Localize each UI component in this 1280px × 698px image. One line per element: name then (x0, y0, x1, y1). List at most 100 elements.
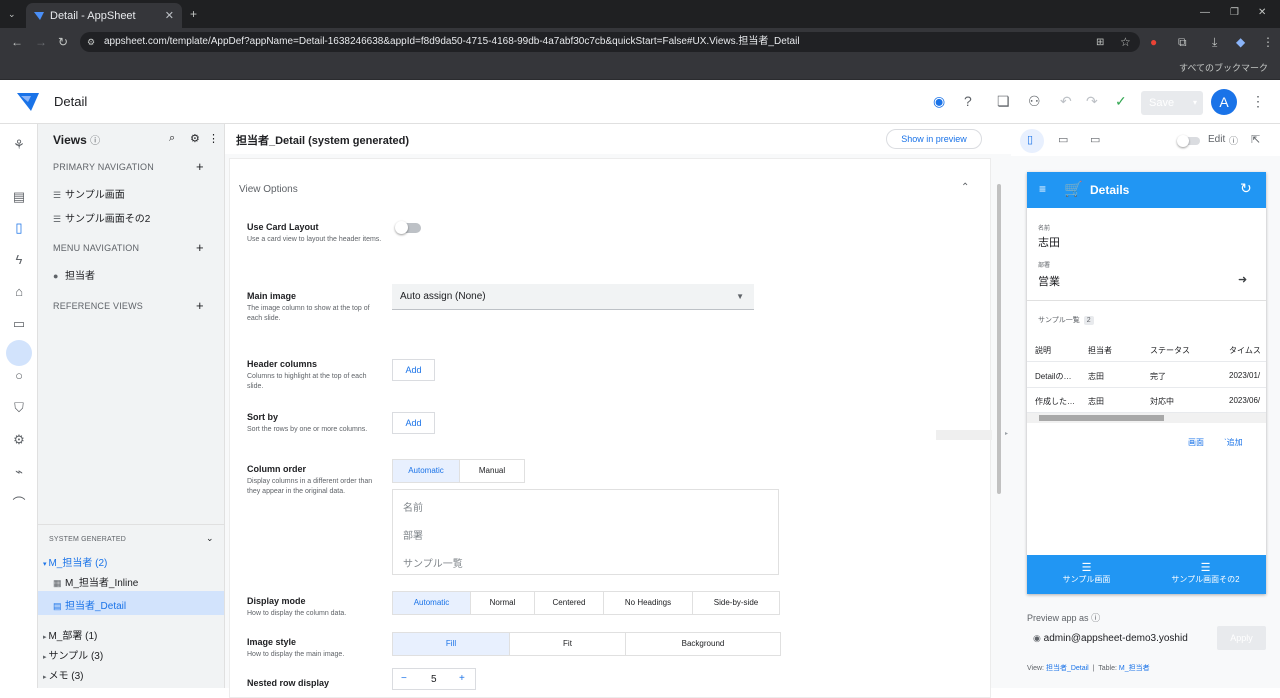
automation-bot-icon[interactable]: ⌂ (11, 285, 27, 299)
site-info-icon[interactable]: ⚙ (87, 35, 95, 49)
save-button[interactable]: Save ▾ (1141, 91, 1203, 115)
selected-view-row[interactable]: ▤ 担当者_Detail (38, 591, 224, 615)
apply-button[interactable]: Apply (1217, 626, 1266, 650)
table-row[interactable]: Detailの… 志田 完了 2023/01/ (1027, 363, 1266, 388)
sys-view-item-selected[interactable]: ▤ 担当者_Detail (53, 597, 126, 612)
add-header-column-button[interactable]: Add (392, 359, 435, 381)
settings-gear-icon[interactable]: ⚙ (11, 433, 27, 447)
sys-group[interactable]: ▸ サンプル (3) (43, 647, 103, 662)
security-shield-icon[interactable]: ⛉ (11, 401, 27, 415)
check-icon[interactable]: ✓ (1115, 93, 1127, 109)
more-options-icon[interactable]: ⋮ (1251, 93, 1265, 109)
sys-group-expanded[interactable]: ▾ M_担当者 (2) (43, 554, 107, 569)
bookmark-star-icon[interactable]: ☆ (1120, 35, 1131, 49)
tab-search-icon[interactable]: ⌄ (8, 7, 16, 21)
table-header[interactable]: ステータス (1150, 345, 1190, 356)
desktop-device-icon[interactable]: ▭ (1090, 133, 1100, 146)
show-in-preview-button[interactable]: Show in preview (886, 129, 982, 149)
table-row[interactable]: 作成した… 志田 対応中 2023/06/ (1027, 388, 1266, 413)
views-settings-gear-icon[interactable]: ⚙ (190, 132, 200, 145)
image-style-fill[interactable]: Fill (393, 633, 510, 655)
preview-as-info-icon[interactable]: ⓘ (1091, 613, 1100, 623)
collapse-chevron-icon[interactable]: ⌄ (206, 533, 214, 544)
phone-device-icon[interactable]: ▯ (1027, 133, 1033, 146)
display-mode-normal[interactable]: Normal (471, 592, 535, 614)
save-dropdown-icon[interactable]: ▾ (1193, 91, 1197, 115)
sys-view-item[interactable]: ▦ M_担当者_Inline (53, 574, 138, 589)
view-options-heading[interactable]: View Options (239, 184, 298, 195)
display-mode-centered[interactable]: Centered (535, 592, 604, 614)
display-mode-no-headings[interactable]: No Headings (604, 592, 693, 614)
automation-flow-icon[interactable]: ⚘ (11, 138, 27, 152)
scrollbar-thumb[interactable] (1039, 415, 1164, 421)
edit-toggle[interactable] (1177, 135, 1200, 147)
browser-menu-icon[interactable]: ⋮ (1262, 35, 1274, 49)
edit-info-icon[interactable]: ⓘ (1229, 134, 1238, 147)
monitor-chart-icon[interactable]: ⌁ (11, 465, 27, 479)
actions-bolt-icon[interactable]: ϟ (11, 253, 27, 267)
avatar[interactable]: A (1211, 89, 1237, 115)
main-image-select[interactable]: Auto assign (None) ▼ (392, 284, 754, 310)
add-sort-column-button[interactable]: Add (392, 412, 435, 434)
preview-eye-icon[interactable]: ◉ (933, 93, 945, 109)
expand-arrow-icon[interactable]: ▸ (1005, 430, 1008, 437)
close-window-icon[interactable]: ✕ (1258, 6, 1266, 20)
translate-icon[interactable]: ⊞ (1096, 36, 1104, 50)
sys-group[interactable]: ▸ メモ (3) (43, 667, 83, 682)
column-order-automatic[interactable]: Automatic (393, 460, 460, 482)
view-item[interactable]: ☰ サンプル画面その2 (53, 210, 150, 225)
undo-icon[interactable]: ↶ (1060, 93, 1072, 109)
navigate-arrow-icon[interactable]: ➜ (1238, 273, 1247, 286)
all-bookmarks[interactable]: すべてのブックマーク (1179, 61, 1268, 74)
view-item[interactable]: ● 担当者 (53, 267, 95, 282)
table-header[interactable]: 担当者 (1088, 345, 1112, 356)
footer-view-link[interactable]: 担当者_Detail (1046, 665, 1089, 672)
idea-bulb-icon[interactable]: ○ (11, 369, 27, 383)
view-item[interactable]: ☰ サンプル画面 (53, 186, 125, 201)
share-user-icon[interactable]: ⚇ (1028, 93, 1041, 109)
browser-tab[interactable]: Detail - AppSheet ✕ (26, 3, 182, 28)
help-icon[interactable]: ? (964, 93, 972, 109)
copy-app-icon[interactable]: ❏ (997, 93, 1010, 109)
preview-user-field[interactable]: ◉ admin@appsheet-demo3.yoshid (1027, 626, 1207, 650)
bottom-nav-item[interactable]: ☰ サンプル画面その2 (1146, 561, 1265, 585)
new-tab-icon[interactable]: + (190, 7, 197, 21)
refresh-icon[interactable]: ↻ (1240, 180, 1252, 197)
back-icon[interactable]: ← (11, 35, 23, 49)
decrement-button[interactable]: − (401, 673, 407, 684)
forward-icon[interactable]: → (35, 35, 47, 49)
close-tab-icon[interactable]: ✕ (165, 9, 174, 22)
redo-icon[interactable]: ↷ (1086, 93, 1098, 109)
search-icon[interactable]: ⌕ (169, 132, 175, 145)
bottom-nav-item[interactable]: ☰ サンプル画面 (1027, 561, 1146, 585)
column-order-manual[interactable]: Manual (460, 460, 524, 482)
display-mode-side-by-side[interactable]: Side-by-side (693, 592, 779, 614)
add-menu-view-icon[interactable]: + (196, 240, 204, 255)
increment-button[interactable]: + (459, 673, 465, 684)
table-header[interactable]: タイムス (1229, 345, 1266, 356)
nested-row-value[interactable]: 5 (431, 674, 437, 685)
data-table-icon[interactable]: ▤ (11, 190, 27, 204)
add-primary-view-icon[interactable]: + (196, 159, 204, 174)
views-phone-icon[interactable]: ▯ (11, 221, 27, 235)
sys-group[interactable]: ▸ M_部署 (1) (43, 627, 97, 642)
display-mode-automatic[interactable]: Automatic (393, 592, 471, 614)
address-bar[interactable]: ⚙ appsheet.com/template/AppDef?appName=D… (80, 32, 1140, 52)
view-link[interactable]: 画面 (1188, 437, 1204, 448)
field-value[interactable]: 営業 (1038, 273, 1060, 289)
restore-icon[interactable]: ❐ (1230, 6, 1239, 20)
editor-scrollbar[interactable] (997, 184, 1001, 494)
panel-resize-handle[interactable] (936, 430, 992, 440)
column-order-item[interactable]: 部署 (403, 527, 423, 542)
extension-recorder-icon[interactable]: ● (1150, 35, 1157, 49)
tablet-device-icon[interactable]: ▭ (1058, 133, 1068, 146)
info-icon[interactable]: ⓘ (90, 136, 100, 147)
intelligence-chat-icon[interactable]: ▭ (11, 317, 27, 331)
download-icon[interactable]: ⤓ (1212, 35, 1217, 49)
image-style-background[interactable]: Background (626, 633, 780, 655)
reload-icon[interactable]: ↻ (58, 35, 68, 49)
image-style-fit[interactable]: Fit (510, 633, 626, 655)
open-new-window-icon[interactable]: ⇱ (1251, 133, 1260, 146)
column-order-item[interactable]: 名前 (403, 499, 423, 514)
table-horizontal-scrollbar[interactable] (1027, 413, 1266, 423)
